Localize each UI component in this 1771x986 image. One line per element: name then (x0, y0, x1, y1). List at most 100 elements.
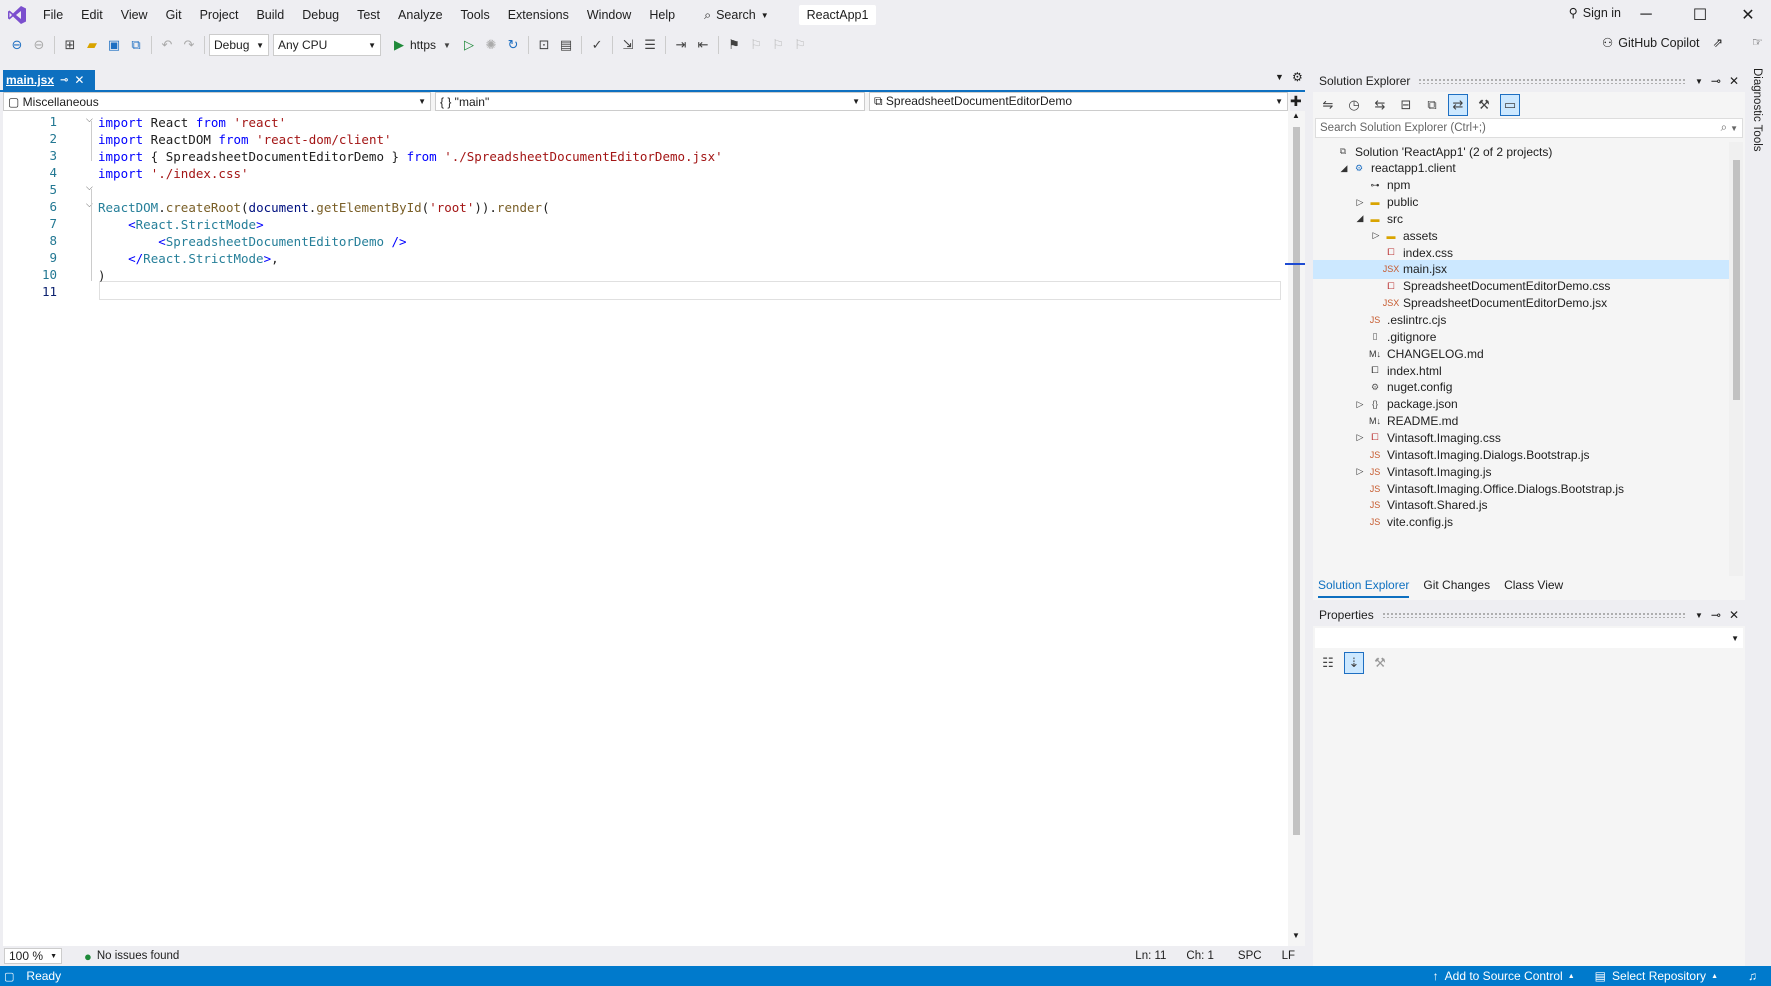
diagnostic-tools-tab[interactable]: Diagnostic Tools (1751, 68, 1763, 152)
outdent-icon[interactable]: ⇤ (693, 34, 713, 56)
pending-changes-icon[interactable]: ⇆ (1370, 94, 1390, 116)
play-icon[interactable]: ▶ (389, 34, 409, 56)
hot-reload-icon[interactable]: ✺ (481, 34, 501, 56)
search-button[interactable]: ⌕ Search ▼ (696, 4, 777, 26)
next-bookmark-icon[interactable]: ⚐ (768, 34, 788, 56)
expander-icon[interactable]: ▷ (1353, 197, 1367, 208)
indent-icon[interactable]: ⇥ (671, 34, 691, 56)
close-window-button[interactable]: ✕ (1725, 0, 1771, 30)
close-icon[interactable]: ✕ (1729, 74, 1739, 88)
scroll-up-icon[interactable]: ▲ (1292, 111, 1300, 120)
run-target-button[interactable]: https (410, 38, 436, 52)
redo-icon[interactable]: ↷ (179, 34, 199, 56)
menu-analyze[interactable]: Analyze (389, 0, 451, 30)
undo-icon[interactable]: ↶ (157, 34, 177, 56)
expander-icon[interactable]: ▷ (1353, 399, 1367, 410)
menu-view[interactable]: View (112, 0, 157, 30)
clear-bookmarks-icon[interactable]: ⚐ (790, 34, 810, 56)
menu-git[interactable]: Git (157, 0, 191, 30)
save-all-icon[interactable]: ⧉ (126, 34, 146, 56)
save-icon[interactable]: ▣ (104, 34, 124, 56)
menu-extensions[interactable]: Extensions (499, 0, 578, 30)
github-copilot-button[interactable]: ⚇ GitHub Copilot ⇗ (1602, 35, 1723, 51)
expander-icon[interactable]: ▷ (1353, 432, 1367, 443)
menu-help[interactable]: Help (640, 0, 684, 30)
split-editor-icon[interactable]: ✚ (1290, 93, 1302, 110)
code-editor[interactable]: 1 2 3 4 5 6 7 8 9 10 11 ⌵ ⌵ ⌵ import React from 'r… (3, 111, 1288, 946)
expander-icon[interactable]: ▷ (1353, 466, 1367, 477)
sync-icon[interactable]: ⇋ (1318, 94, 1338, 116)
sign-in-button[interactable]: ⚲ Sign in (1569, 5, 1621, 21)
preview-icon[interactable]: ▭ (1500, 94, 1520, 116)
member-dropdown[interactable]: ⧉ SpreadsheetDocumentEditorDemo ▼ (869, 92, 1288, 111)
zoom-dropdown[interactable]: 100 % ▼ (4, 948, 62, 964)
minimize-button[interactable]: ─ (1623, 0, 1669, 30)
spellcheck-icon[interactable]: ✓ (587, 34, 607, 56)
menu-file[interactable]: File (34, 0, 72, 30)
refresh-icon[interactable]: ↻ (503, 34, 523, 56)
tab-solution-explorer[interactable]: Solution Explorer (1318, 578, 1410, 598)
column-indicator[interactable]: Ch: 1 (1186, 950, 1214, 962)
chevron-down-icon[interactable]: ▼ (437, 34, 457, 56)
open-folder-icon[interactable]: ▰ (82, 34, 102, 56)
tab-git-changes[interactable]: Git Changes (1423, 578, 1490, 598)
switch-views-icon[interactable]: ⇄ (1448, 94, 1468, 116)
tab-class-view[interactable]: Class View (1504, 578, 1563, 598)
editor-scrollbar[interactable]: ▲ ▼ (1285, 111, 1305, 946)
add-source-control-button[interactable]: Add to Source Control (1445, 969, 1563, 983)
line-ending-indicator[interactable]: LF (1282, 950, 1295, 962)
property-pages-icon[interactable]: ⚒ (1370, 652, 1390, 674)
tab-main-jsx[interactable]: main.jsx ⊸ ✕ (3, 70, 95, 90)
menu-edit[interactable]: Edit (72, 0, 112, 30)
alphabetical-icon[interactable]: ⇣ (1344, 652, 1364, 674)
start-without-debug-icon[interactable]: ▷ (459, 34, 479, 56)
tab-overflow-icon[interactable]: ▼ (1275, 72, 1284, 82)
new-project-icon[interactable]: ⊞ (60, 34, 80, 56)
visual-studio-logo-icon[interactable] (0, 0, 34, 30)
browse-icon[interactable]: ⊡ (534, 34, 554, 56)
whitespace-indicator[interactable]: SPC (1238, 950, 1262, 962)
back-icon[interactable]: ⊖ (7, 34, 27, 56)
forward-icon[interactable]: ⊖ (29, 34, 49, 56)
platform-dropdown[interactable]: Any CPU ▼ (273, 34, 381, 56)
notification-bell-icon[interactable]: ♫ (1748, 969, 1757, 983)
show-all-files-icon[interactable]: ⧉ (1422, 94, 1442, 116)
line-indicator[interactable]: Ln: 11 (1135, 950, 1166, 962)
properties-wrench-icon[interactable]: ⚒ (1474, 94, 1494, 116)
object-selector[interactable]: ▼ (1315, 628, 1743, 648)
bookmark-icon[interactable]: ⚑ (724, 34, 744, 56)
chevron-down-icon[interactable]: ▼ (1695, 611, 1703, 620)
close-icon[interactable]: ✕ (1729, 608, 1739, 622)
scroll-thumb[interactable] (1293, 127, 1300, 835)
pin-icon[interactable]: ⊸ (60, 75, 68, 86)
collapse-all-icon[interactable]: ⊟ (1396, 94, 1416, 116)
menu-project[interactable]: Project (191, 0, 248, 30)
solution-search-input[interactable]: Search Solution Explorer (Ctrl+;) ⌕ ▼ (1315, 118, 1743, 138)
scroll-thumb[interactable] (1733, 160, 1740, 400)
pin-icon[interactable]: ⊸ (1711, 608, 1721, 622)
maximize-button[interactable]: ☐ (1677, 0, 1723, 30)
settings-gear-icon[interactable]: ⚙ (1292, 70, 1303, 84)
scope-dropdown[interactable]: { } "main" ▼ (435, 92, 865, 111)
project-dropdown[interactable]: ▢ Miscellaneous ▼ (3, 92, 431, 111)
layout-icon[interactable]: ▤ (556, 34, 576, 56)
menu-window[interactable]: Window (578, 0, 640, 30)
expander-icon[interactable]: ◢ (1337, 163, 1351, 174)
step-icon[interactable]: ⇲ (618, 34, 638, 56)
select-repository-button[interactable]: Select Repository (1612, 969, 1706, 983)
menu-debug[interactable]: Debug (293, 0, 348, 30)
chevron-down-icon[interactable]: ▼ (1695, 77, 1703, 86)
scroll-down-icon[interactable]: ▼ (1292, 931, 1300, 940)
tree-item[interactable]: JS vite.config.js (1313, 513, 1729, 532)
close-icon[interactable]: ✕ (74, 73, 84, 87)
diagnostic-tools-sidebar[interactable]: Diagnostic Tools (1748, 60, 1771, 960)
issues-label[interactable]: No issues found (97, 950, 179, 962)
menu-test[interactable]: Test (348, 0, 389, 30)
history-icon[interactable]: ◷ (1344, 94, 1364, 116)
expander-icon[interactable]: ◢ (1353, 213, 1367, 224)
configuration-dropdown[interactable]: Debug ▼ (209, 34, 269, 56)
menu-build[interactable]: Build (247, 0, 293, 30)
menu-tools[interactable]: Tools (452, 0, 499, 30)
tree-scrollbar[interactable] (1729, 142, 1743, 576)
feedback-icon[interactable]: ☞ (1752, 35, 1763, 49)
